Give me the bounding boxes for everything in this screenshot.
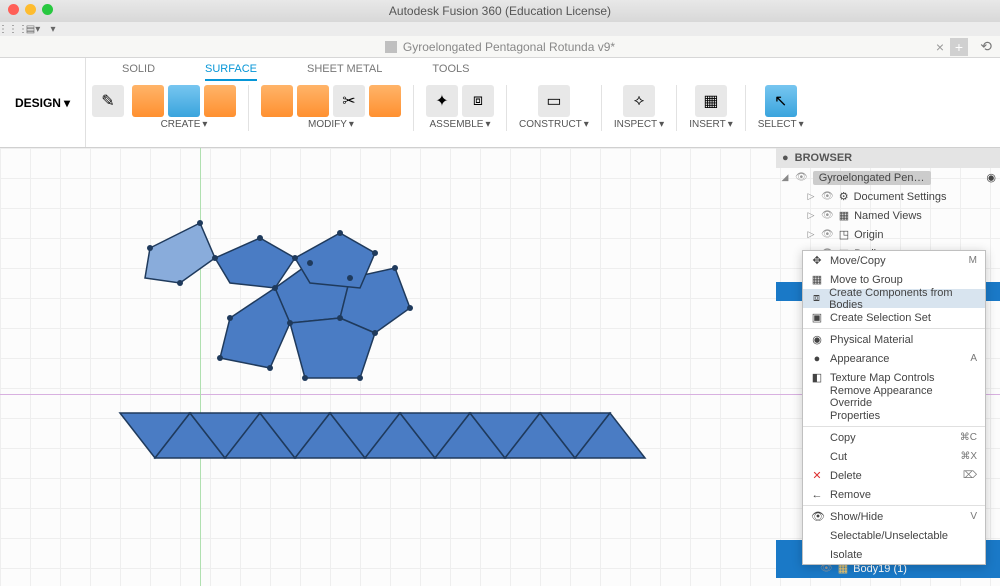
press-pull-icon[interactable] (261, 85, 293, 117)
context-menu-item[interactable]: ⧈Create Components from Bodies (803, 289, 985, 308)
new-tab-button[interactable]: + (950, 38, 968, 56)
measure-icon[interactable]: ⟡ (623, 85, 655, 117)
app-title: Autodesk Fusion 360 (Education License) (389, 4, 611, 18)
document-icon (385, 41, 397, 53)
context-menu-item[interactable]: ✕Delete⌦ (803, 466, 985, 485)
collapse-icon[interactable]: ● (782, 152, 789, 164)
asbuilt-icon[interactable]: ⧈ (462, 85, 494, 117)
extrude-icon[interactable] (132, 85, 164, 117)
context-menu-item[interactable]: 👁Show/HideV (803, 507, 985, 526)
arrow-icon[interactable]: ↖ (765, 85, 797, 117)
document-title: Gyroelongated Pentagonal Rotunda v9* (403, 40, 615, 54)
browser-item[interactable]: ▷👁◳Origin (776, 225, 1000, 244)
workspace-label: DESIGN (15, 96, 61, 110)
minimize-window-icon[interactable] (25, 4, 36, 15)
revolve-icon[interactable] (168, 85, 200, 117)
joint-icon[interactable]: ✦ (426, 85, 458, 117)
context-menu-item[interactable]: ◉Physical Material (803, 330, 985, 349)
browser-item[interactable]: ▷👁▦Named Views (776, 206, 1000, 225)
plane-icon[interactable]: ▭ (538, 85, 570, 117)
active-document-tab[interactable]: Gyroelongated Pentagonal Rotunda v9* (385, 40, 615, 54)
radio-icon[interactable]: ◉ (986, 171, 996, 184)
apps-icon[interactable]: ⋮⋮⋮ (6, 24, 20, 34)
expand-icon[interactable]: ◢ (780, 172, 790, 183)
browser-item[interactable]: ▷👁⚙Document Settings (776, 187, 1000, 206)
context-menu-item[interactable]: Properties (803, 406, 985, 425)
context-menu-item[interactable]: Cut⌘X (803, 447, 985, 466)
browser-title: BROWSER (795, 152, 852, 164)
close-tab-icon[interactable]: × (936, 39, 944, 55)
assemble-button[interactable]: ✦ ⧈ ASSEMBLE▾ (426, 85, 494, 130)
tab-surface[interactable]: SURFACE (205, 63, 257, 81)
create-button[interactable]: CREATE▾ (132, 85, 236, 130)
zoom-window-icon[interactable] (42, 4, 53, 15)
workspace-switcher[interactable]: DESIGN▾ (0, 58, 86, 147)
ribbon-panel: ✎ CREATE▾ ✂ MODIFY▾ (92, 81, 994, 131)
chevron-down-icon: ▾ (64, 96, 70, 110)
shell-icon[interactable]: ✂ (333, 85, 365, 117)
save-button[interactable]: ▾ (46, 24, 60, 34)
insert-button[interactable]: ▦ INSERT▾ (689, 85, 733, 130)
geometry-model[interactable] (100, 168, 700, 488)
context-menu-item[interactable]: ←Remove (803, 485, 985, 504)
quick-access-toolbar: ⋮⋮⋮ ▤▾ ▾ (0, 22, 1000, 36)
file-menu[interactable]: ▤▾ (26, 24, 40, 34)
context-menu-item[interactable]: Selectable/Unselectable (803, 526, 985, 545)
tab-sheetmetal[interactable]: SHEET METAL (307, 63, 382, 81)
close-window-icon[interactable] (8, 4, 19, 15)
traffic-lights[interactable] (8, 4, 53, 15)
tab-tools[interactable]: TOOLS (432, 63, 469, 81)
document-tab-bar: Gyroelongated Pentagonal Rotunda v9* × +… (0, 36, 1000, 58)
browser-header[interactable]: ● BROWSER (776, 148, 1000, 168)
context-menu[interactable]: ✥Move/CopyM▦Move to Group⧈Create Compone… (802, 250, 986, 565)
window-titlebar: Autodesk Fusion 360 (Education License) (0, 0, 1000, 22)
modify-button[interactable]: ✂ MODIFY▾ (261, 85, 401, 130)
image-icon[interactable]: ▦ (695, 85, 727, 117)
context-menu-item[interactable]: Copy⌘C (803, 428, 985, 447)
visibility-icon[interactable]: 👁 (795, 172, 808, 183)
sketch-button[interactable]: ✎ (92, 85, 124, 117)
context-menu-item[interactable]: Isolate (803, 545, 985, 564)
split-icon[interactable] (369, 85, 401, 117)
context-menu-item[interactable]: ✥Move/CopyM (803, 251, 985, 270)
browser-root[interactable]: ◢ 👁 Gyroelongated Pen… ◉ (776, 168, 1000, 187)
context-menu-item[interactable]: ●AppearanceA (803, 349, 985, 368)
canvas[interactable]: ● BROWSER ◢ 👁 Gyroelongated Pen… ◉ ▷👁⚙Do… (0, 148, 1000, 586)
root-label: Gyroelongated Pen… (813, 171, 931, 185)
ribbon: DESIGN▾ SOLID SURFACE SHEET METAL TOOLS … (0, 58, 1000, 148)
ribbon-tabs: SOLID SURFACE SHEET METAL TOOLS (92, 61, 994, 81)
refresh-icon[interactable]: ⟲ (980, 38, 992, 55)
select-button[interactable]: ↖ SELECT▾ (758, 85, 804, 130)
fillet-icon[interactable] (297, 85, 329, 117)
context-menu-item[interactable]: ▣Create Selection Set (803, 308, 985, 327)
construct-button[interactable]: ▭ CONSTRUCT▾ (519, 85, 589, 130)
sweep-icon[interactable] (204, 85, 236, 117)
context-menu-item[interactable]: Remove Appearance Override (803, 387, 985, 406)
inspect-button[interactable]: ⟡ INSPECT▾ (614, 85, 664, 130)
tab-solid[interactable]: SOLID (122, 63, 155, 81)
